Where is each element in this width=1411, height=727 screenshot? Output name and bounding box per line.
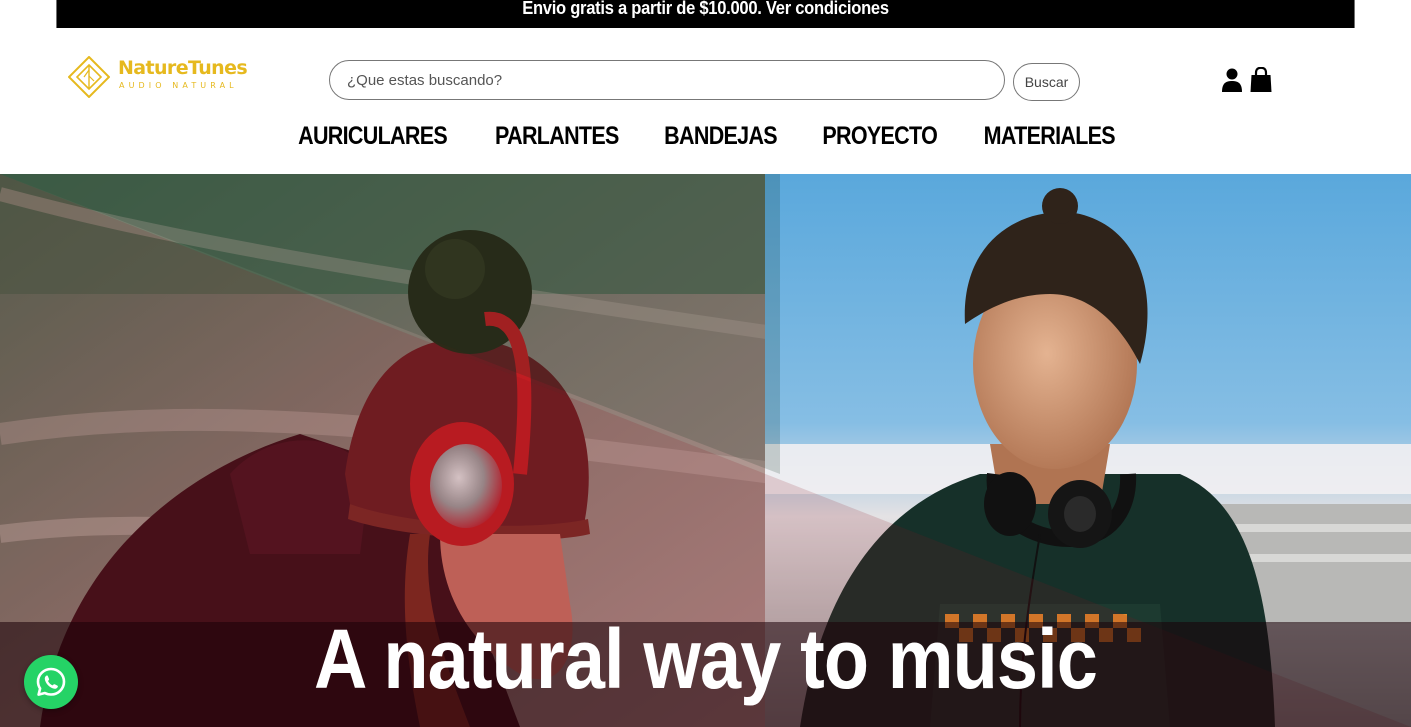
brand-logo[interactable]: NatureTunes AUDIO NATURAL <box>68 56 258 98</box>
hero-banner[interactable]: A natural way to music <box>0 174 1411 727</box>
main-nav: AURICULARES PARLANTES BANDEJAS PROYECTO … <box>0 122 1411 151</box>
user-icon[interactable] <box>1222 68 1242 92</box>
hero-headline: A natural way to music <box>313 612 1098 706</box>
brand-tagline: AUDIO NATURAL <box>119 81 238 90</box>
site-header: NatureTunes AUDIO NATURAL Buscar AURICUL… <box>0 28 1411 174</box>
whatsapp-icon <box>36 667 66 696</box>
search-button[interactable]: Buscar <box>1013 63 1080 101</box>
nav-item-bandejas[interactable]: BANDEJAS <box>665 122 778 151</box>
nav-item-auriculares[interactable]: AURICULARES <box>298 122 448 151</box>
shopping-bag-icon[interactable] <box>1250 67 1272 93</box>
nav-item-parlantes[interactable]: PARLANTES <box>495 122 619 151</box>
brand-name: NatureTunes <box>118 57 248 79</box>
nav-item-proyecto[interactable]: PROYECTO <box>822 122 937 151</box>
search-input[interactable] <box>329 60 1005 100</box>
announcement-link[interactable]: Envio gratis a partir de $10.000. Ver co… <box>522 0 889 18</box>
nav-item-materiales[interactable]: MATERIALES <box>983 122 1115 151</box>
whatsapp-button[interactable] <box>24 655 78 709</box>
diamond-logo-icon <box>68 56 110 98</box>
announcement-bar: Envio gratis a partir de $10.000. Ver co… <box>56 0 1355 28</box>
